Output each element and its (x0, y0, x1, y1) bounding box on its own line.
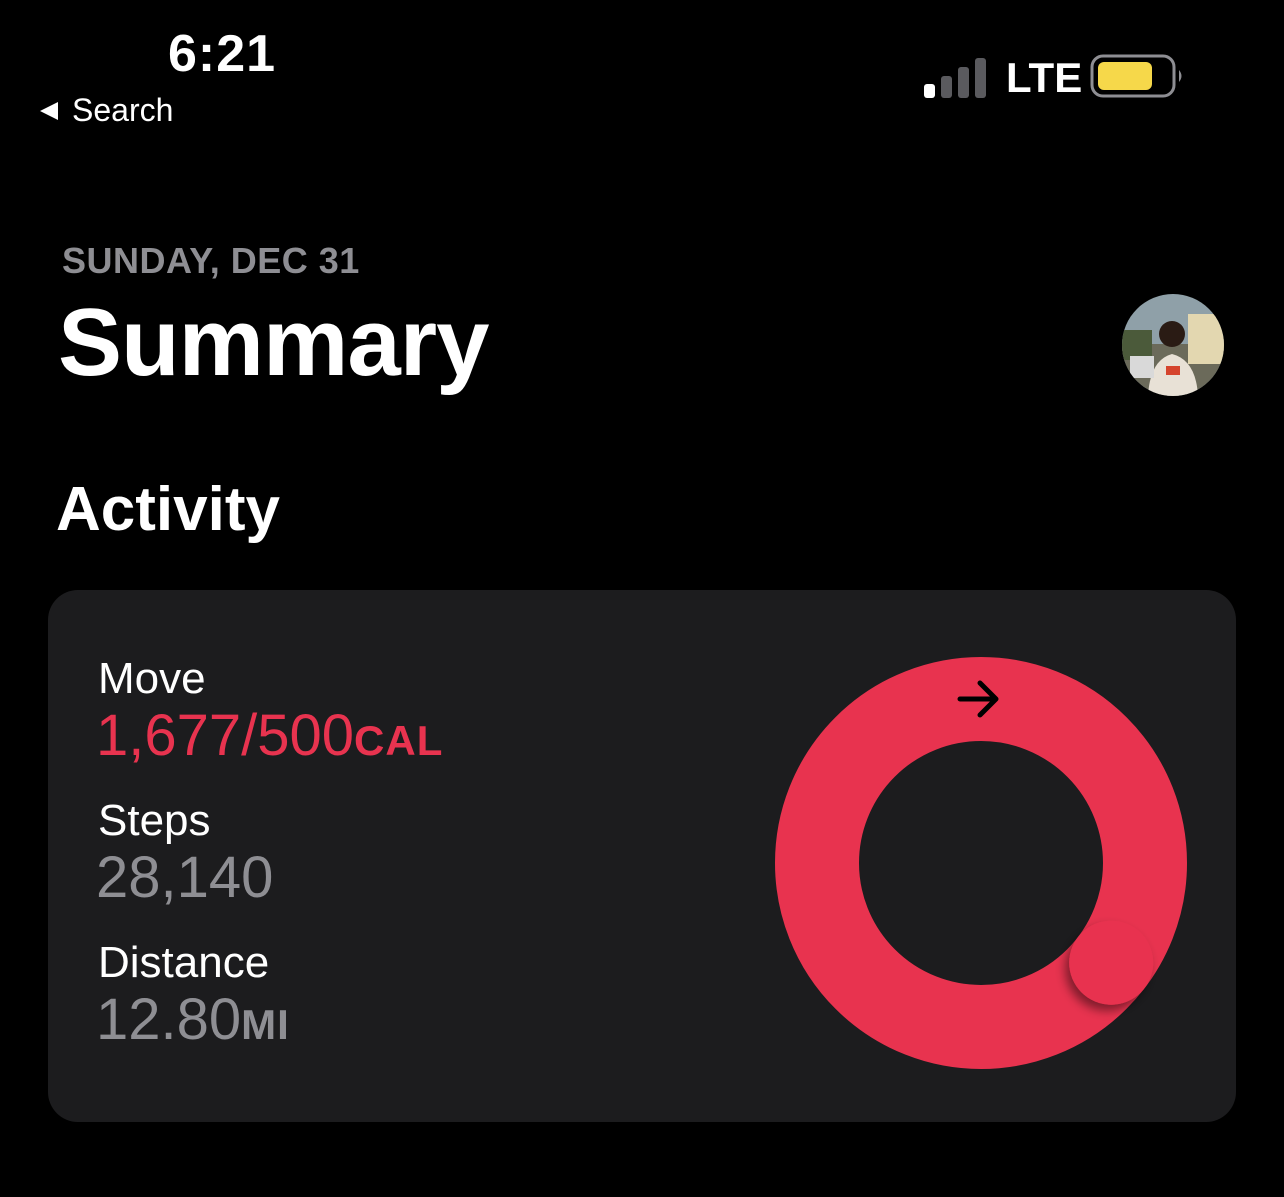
steps-label: Steps (98, 796, 211, 845)
page-title: Summary (58, 289, 490, 396)
activity-section-title: Activity (56, 475, 280, 544)
battery-icon (1090, 54, 1182, 98)
back-triangle-icon (40, 101, 58, 120)
move-label: Move (98, 654, 206, 703)
move-unit: CAL (354, 717, 444, 764)
summary-date: SUNDAY, DEC 31 (62, 240, 360, 281)
distance-value-number: 12.80 (96, 987, 242, 1052)
back-to-search-button[interactable]: Search (38, 92, 173, 129)
back-label: Search (72, 92, 174, 128)
avatar-image (1122, 294, 1224, 396)
distance-unit: MI (241, 1001, 290, 1048)
distance-value: 12.80MI (96, 986, 290, 1053)
profile-avatar-button[interactable] (1122, 294, 1224, 396)
activity-card[interactable]: Move 1,677/500CAL Steps 28,140 Distance … (48, 590, 1236, 1122)
cellular-signal-icon (924, 58, 986, 98)
status-time: 6:21 (168, 25, 277, 83)
network-type: LTE (1006, 54, 1083, 101)
distance-label: Distance (98, 938, 270, 987)
move-value: 1,677/500CAL (96, 702, 443, 769)
move-value-number: 1,677/500 (96, 703, 355, 768)
steps-value: 28,140 (96, 845, 274, 910)
move-ring (775, 657, 1187, 1069)
